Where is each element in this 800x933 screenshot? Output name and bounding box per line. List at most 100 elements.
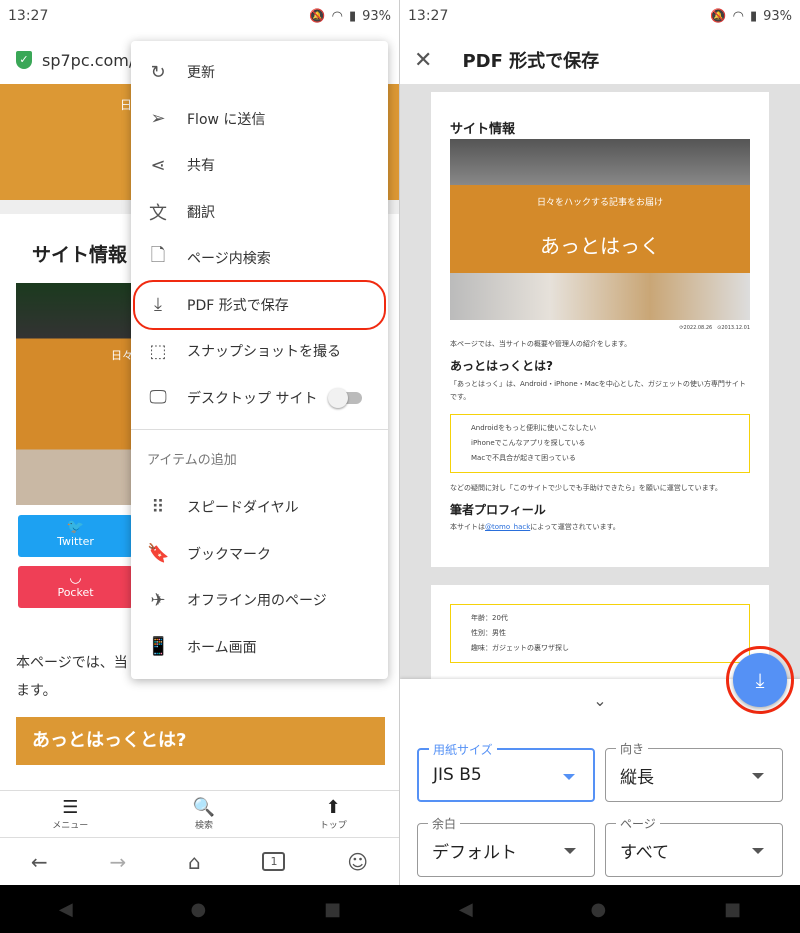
preview-h3: 筆者プロフィール bbox=[450, 503, 546, 517]
menu-label: 更新 bbox=[187, 65, 215, 82]
site-top-button[interactable]: ⬆ トップ bbox=[320, 797, 347, 831]
preview-heading: サイト情報 bbox=[450, 122, 516, 137]
orientation-select[interactable]: 向き 縦長 bbox=[605, 740, 783, 802]
status-bar: 13:27 🔕 ◠ ▮ 93% bbox=[0, 0, 399, 32]
home-nav-icon[interactable]: ● bbox=[591, 899, 607, 920]
find-in-page-icon: 🗋 bbox=[150, 245, 166, 267]
secure-shield-icon: ✓ bbox=[16, 51, 32, 69]
site-menu-button[interactable]: ☰ メニュー bbox=[52, 797, 88, 831]
menu-divider bbox=[131, 429, 388, 430]
preview-bullet-box: Androidをもっと便利に使いこなしたい iPhoneでこんなアプリを探している… bbox=[450, 414, 750, 473]
desktop-site-toggle[interactable] bbox=[328, 387, 362, 408]
page-heading: サイト情報 bbox=[32, 244, 128, 266]
preview-h2: あっとはっくとは? bbox=[450, 359, 553, 373]
menu-label: オフライン用のページ bbox=[187, 593, 327, 610]
menu-item-translate[interactable]: 文 翻訳 bbox=[131, 189, 388, 236]
nav-label: メニュー bbox=[52, 821, 89, 831]
site-bottom-nav: ☰ メニュー 🔍 検索 ⬆ トップ bbox=[0, 790, 399, 838]
close-icon[interactable]: ✕ bbox=[414, 48, 432, 73]
tabs-button[interactable]: 1 bbox=[262, 852, 286, 871]
bookmark-icon: 🔖 bbox=[147, 543, 170, 565]
back-nav-icon[interactable]: ◀ bbox=[459, 899, 473, 920]
preview-bullet-box-2: 年齢：20代 性別：男性 趣味：ガジェットの裏ワザ探し bbox=[450, 604, 750, 663]
paper-size-select[interactable]: 用紙サイズ JIS B5 bbox=[417, 741, 595, 802]
status-bar: 13:27 🔕 ◠ ▮ 93% bbox=[400, 0, 800, 32]
menu-item-find-in-page[interactable]: 🗋 ページ内検索 bbox=[131, 235, 388, 282]
translate-icon: 文 bbox=[149, 202, 167, 224]
battery-icon: ▮ bbox=[749, 8, 758, 24]
preview-paragraph: 「あっとはっく」は、Android・iPhone・Macを中心とした、ガジェット… bbox=[450, 380, 746, 401]
intro-text-2: ます。 bbox=[16, 683, 57, 699]
mute-icon: 🔕 bbox=[710, 8, 727, 24]
pages-select[interactable]: ページ すべて bbox=[605, 815, 783, 877]
intro-text: 本ページでは、当 bbox=[16, 655, 128, 671]
menu-label: Flow に送信 bbox=[187, 111, 266, 128]
airplane-icon: ✈ bbox=[150, 589, 166, 611]
clock: 13:27 bbox=[8, 8, 49, 24]
browser-panel: 13:27 🔕 ◠ ▮ 93% ✓ sp7pc.com/ 日 サイト情報 日々 🐦 Twit… bbox=[0, 0, 400, 885]
menu-label: 共有 bbox=[187, 158, 215, 175]
dropdown-arrow-icon bbox=[563, 774, 575, 786]
menu-label: スピードダイヤル bbox=[187, 500, 299, 517]
twitter-share-button[interactable]: 🐦 Twitter bbox=[18, 515, 133, 557]
title-bar: ✕ PDF 形式で保存 bbox=[400, 36, 800, 84]
snapshot-icon: ⬚ bbox=[149, 340, 167, 362]
menu-label: PDF 形式で保存 bbox=[187, 297, 289, 314]
menu-item-snapshot[interactable]: ⬚ スナップショットを撮る bbox=[131, 328, 388, 375]
menu-item-speed-dial[interactable]: ⠿ スピードダイヤル bbox=[131, 484, 388, 531]
menu-label: デスクトップ サイト bbox=[187, 390, 318, 407]
speed-dial-icon: ⠿ bbox=[151, 496, 165, 518]
account-icon[interactable]: ☺ bbox=[347, 850, 368, 874]
menu-item-send-flow[interactable]: ➢ Flow に送信 bbox=[131, 96, 388, 143]
home-nav-icon[interactable]: ● bbox=[191, 899, 207, 920]
recents-nav-icon[interactable]: ■ bbox=[724, 899, 741, 920]
dropdown-arrow-icon bbox=[752, 773, 764, 785]
menu-item-save-pdf[interactable]: ⤓ PDF 形式で保存 bbox=[133, 279, 386, 330]
menu-label: ページ内検索 bbox=[187, 251, 271, 268]
preview-hero-bottom bbox=[450, 273, 750, 320]
dropdown-arrow-icon bbox=[564, 848, 576, 860]
desktop-icon: 🖵 bbox=[149, 387, 167, 409]
arrow-up-icon: ⬆ bbox=[325, 797, 341, 818]
android-nav-bar-right: ◀ ● ■ bbox=[400, 885, 800, 933]
menu-item-share[interactable]: ⋖ 共有 bbox=[131, 142, 388, 189]
site-hero-image: 日々 bbox=[16, 283, 136, 505]
preview-paragraph-2: などの疑問に対し「このサイトで少しでも手助けできたら」を願いに運営しています。 bbox=[450, 484, 722, 492]
menu-item-offline-page[interactable]: ✈ オフライン用のページ bbox=[131, 577, 388, 624]
dropdown-arrow-icon bbox=[752, 848, 764, 860]
menu-icon: ☰ bbox=[62, 797, 79, 818]
url-text[interactable]: sp7pc.com/ bbox=[42, 51, 134, 70]
pocket-share-button[interactable]: ◡ Pocket bbox=[18, 566, 133, 608]
pocket-label: Pocket bbox=[57, 586, 94, 599]
menu-item-refresh[interactable]: ↻ 更新 bbox=[131, 49, 388, 96]
menu-item-bookmark[interactable]: 🔖 ブックマーク bbox=[131, 531, 388, 578]
refresh-icon: ↻ bbox=[150, 61, 166, 83]
twitter-label: Twitter bbox=[57, 535, 94, 548]
send-icon: ➢ bbox=[150, 108, 166, 130]
home-icon[interactable]: ⌂ bbox=[188, 850, 201, 874]
home-screen-icon: 📱 bbox=[147, 636, 170, 658]
back-icon[interactable]: ← bbox=[31, 850, 48, 874]
overflow-menu: ↻ 更新 ➢ Flow に送信 ⋖ 共有 文 翻訳 🗋 ページ内検索 ⤓ PDF 形式で保存… bbox=[131, 41, 388, 679]
nav-label: 検索 bbox=[194, 821, 213, 831]
preview-intro: 本ページでは、当サイトの概要や管理人の紹介をします。 bbox=[450, 340, 632, 348]
back-nav-icon[interactable]: ◀ bbox=[59, 899, 73, 920]
download-pdf-button[interactable]: ⤓ bbox=[726, 646, 794, 714]
recents-nav-icon[interactable]: ■ bbox=[324, 899, 341, 920]
download-icon: ⤓ bbox=[733, 653, 787, 707]
pdf-preview-area[interactable]: サイト情報 日々をハックする記事をお届け あっとはっく ⟳2022.08.26 ⊙… bbox=[400, 84, 800, 705]
battery-icon: ▮ bbox=[348, 8, 357, 24]
preview-dates: ⟳2022.08.26 ⊙2013.12.01 bbox=[679, 325, 750, 331]
forward-icon[interactable]: → bbox=[109, 850, 126, 874]
site-search-button[interactable]: 🔍 検索 bbox=[193, 797, 215, 831]
menu-item-desktop-site[interactable]: 🖵 デスクトップ サイト bbox=[131, 375, 388, 422]
battery-level: 93% bbox=[362, 8, 391, 24]
android-nav-bar-left: ◀ ● ■ bbox=[0, 885, 400, 933]
dialog-title: PDF 形式で保存 bbox=[462, 51, 600, 72]
preview-paragraph-3: 本サイトは@tomo_hackによって運営されています。 bbox=[450, 523, 620, 531]
menu-label: 翻訳 bbox=[187, 204, 215, 221]
margin-select[interactable]: 余白 デフォルト bbox=[417, 815, 595, 877]
twitter-icon: 🐦 bbox=[66, 519, 85, 535]
menu-item-home-screen[interactable]: 📱 ホーム画面 bbox=[131, 624, 388, 671]
pdf-save-panel: 13:27 🔕 ◠ ▮ 93% ✕ PDF 形式で保存 サイト情報 日々をハックする記事を… bbox=[400, 0, 800, 885]
